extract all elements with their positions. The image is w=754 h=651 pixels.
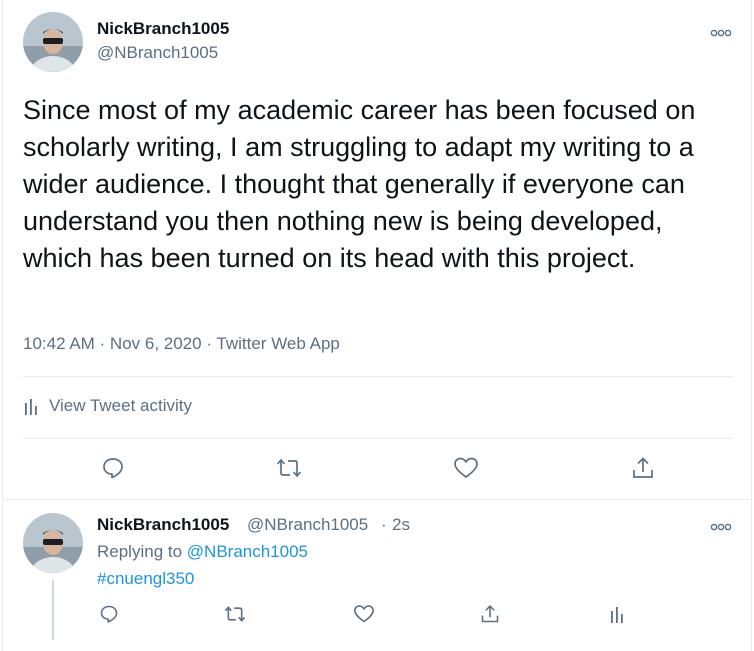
reply-icon[interactable] <box>94 599 124 629</box>
view-tweet-activity[interactable]: View Tweet activity <box>23 396 192 416</box>
avatar[interactable] <box>23 513 83 573</box>
section-divider <box>3 499 750 500</box>
more-icon[interactable] <box>710 25 732 37</box>
retweet-icon[interactable] <box>220 599 250 629</box>
avatar[interactable] <box>23 12 83 72</box>
user-handle[interactable]: @NBranch1005 <box>97 43 218 63</box>
reply-separator: · <box>381 515 387 534</box>
replying-to-link[interactable]: @NBranch1005 <box>187 542 308 561</box>
tweet-timestamp[interactable]: 10:42 AM · Nov 6, 2020 · Twitter Web App <box>23 334 340 354</box>
activity-label: View Tweet activity <box>49 396 192 415</box>
replying-to: Replying to @NBranch1005 <box>97 542 308 562</box>
replying-prefix: Replying to <box>97 542 183 561</box>
analytics-icon[interactable] <box>602 599 632 629</box>
share-icon[interactable] <box>628 453 658 483</box>
thread-line <box>52 580 54 640</box>
tweet-text: Since most of my academic career has bee… <box>23 95 696 273</box>
display-name[interactable]: NickBranch1005 <box>97 19 229 39</box>
retweet-icon[interactable] <box>274 453 304 483</box>
reply-handle[interactable]: @NBranch1005 <box>247 515 368 535</box>
analytics-icon <box>25 399 37 415</box>
like-icon[interactable] <box>451 453 481 483</box>
divider <box>23 376 733 377</box>
reply-icon[interactable] <box>98 453 128 483</box>
divider <box>23 438 733 439</box>
hashtag-link[interactable]: #cnuengl350 <box>97 569 194 589</box>
reply-display-name[interactable]: NickBranch1005 <box>97 515 229 535</box>
like-icon[interactable] <box>349 599 379 629</box>
reply-age[interactable]: 2s <box>392 515 410 535</box>
share-icon[interactable] <box>475 599 505 629</box>
more-icon[interactable] <box>710 519 732 531</box>
